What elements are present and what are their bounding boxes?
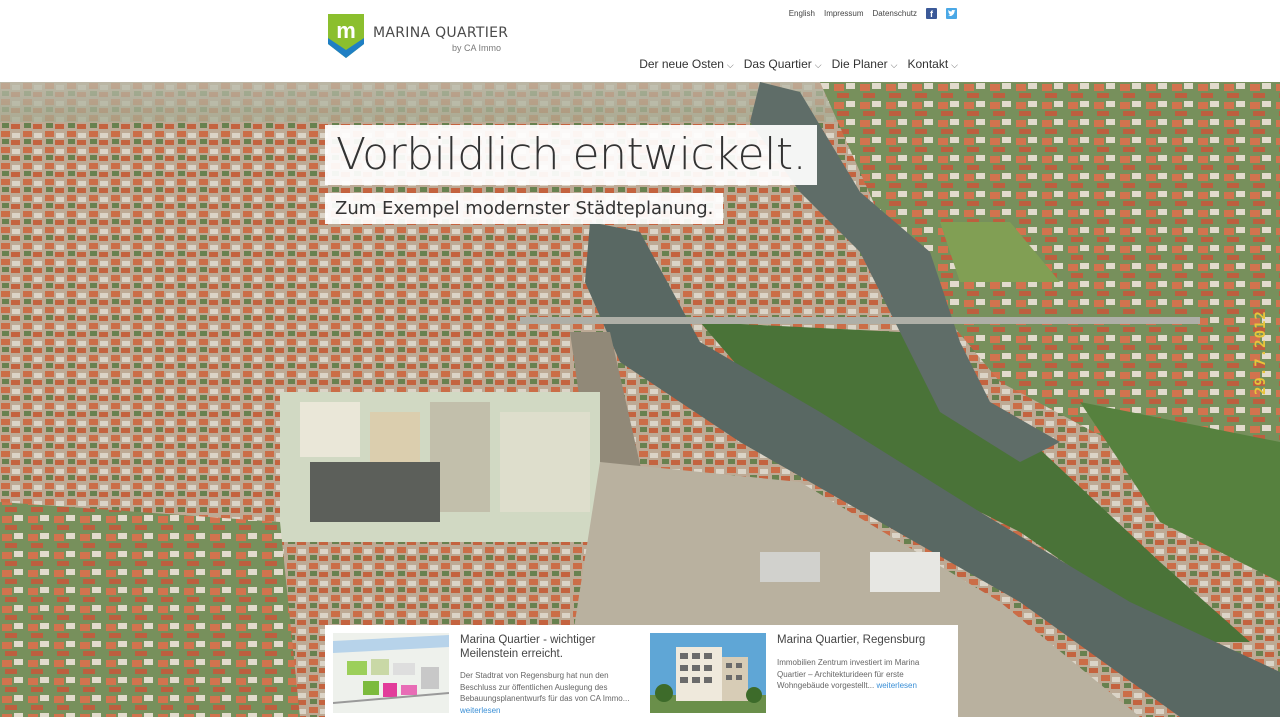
facebook-icon[interactable]: f [926,8,937,19]
news-excerpt: Der Stadtrat von Regensburg hat nun den … [460,670,632,716]
site-header: m MARINA QUARTIER by CA Immo English Imp… [0,0,1280,82]
chevron-down-icon: ⌵ [951,59,958,70]
main-nav: Der neue Osten ⌵ Das Quartier ⌵ Die Plan… [639,57,958,71]
nav-der-neue-osten[interactable]: Der neue Osten ⌵ [639,57,734,71]
nav-label: Das Quartier [743,57,812,71]
chevron-down-icon: ⌵ [726,59,734,70]
hero-headline: Vorbildlich entwickelt. [325,125,818,185]
nav-das-quartier[interactable]: Das Quartier ⌵ [744,57,822,71]
chevron-down-icon: ⌵ [814,59,822,70]
news-title[interactable]: Marina Quartier - wichtiger Meilenstein … [460,633,638,661]
read-more-link[interactable]: weiterlesen [876,681,916,690]
logo-badge-icon: m [328,14,364,58]
news-card[interactable]: Marina Quartier - wichtiger Meilenstein … [325,625,642,717]
nav-kontakt[interactable]: Kontakt ⌵ [907,57,958,71]
utility-nav: English Impressum Datenschutz f [789,8,957,19]
link-impressum[interactable]: Impressum [824,9,864,18]
news-card[interactable]: Marina Quartier, Regensburg Immobilien Z… [642,625,958,717]
site-plan-thumbnail [333,633,449,713]
news-title[interactable]: Marina Quartier, Regensburg [777,633,955,647]
link-english[interactable]: English [789,9,815,18]
logo-letter: m [336,18,356,43]
building-rendering-thumbnail [650,633,766,713]
read-more-link[interactable]: weiterlesen [460,706,500,715]
nav-die-planer[interactable]: Die Planer ⌵ [832,57,898,71]
news-excerpt-text: Der Stadtrat von Regensburg hat nun den … [460,671,630,703]
nav-label: Die Planer [831,57,888,71]
brand-sub: by CA Immo [452,43,502,53]
news-teasers: Marina Quartier - wichtiger Meilenstein … [325,625,958,717]
link-datenschutz[interactable]: Datenschutz [873,9,917,18]
twitter-icon[interactable] [946,8,957,19]
brand-name: MARINA QUARTIER [373,25,509,41]
news-excerpt: Immobilien Zentrum investiert im Marina … [777,657,949,692]
nav-label: Der neue Osten [639,57,724,71]
hero-subline: Zum Exempel modernster Städteplanung. [325,193,724,224]
nav-label: Kontakt [907,57,949,71]
photo-date-stamp: 29.7.2012 [1253,310,1269,395]
logo[interactable]: m MARINA QUARTIER by CA Immo [328,14,508,60]
chevron-down-icon: ⌵ [890,59,898,70]
